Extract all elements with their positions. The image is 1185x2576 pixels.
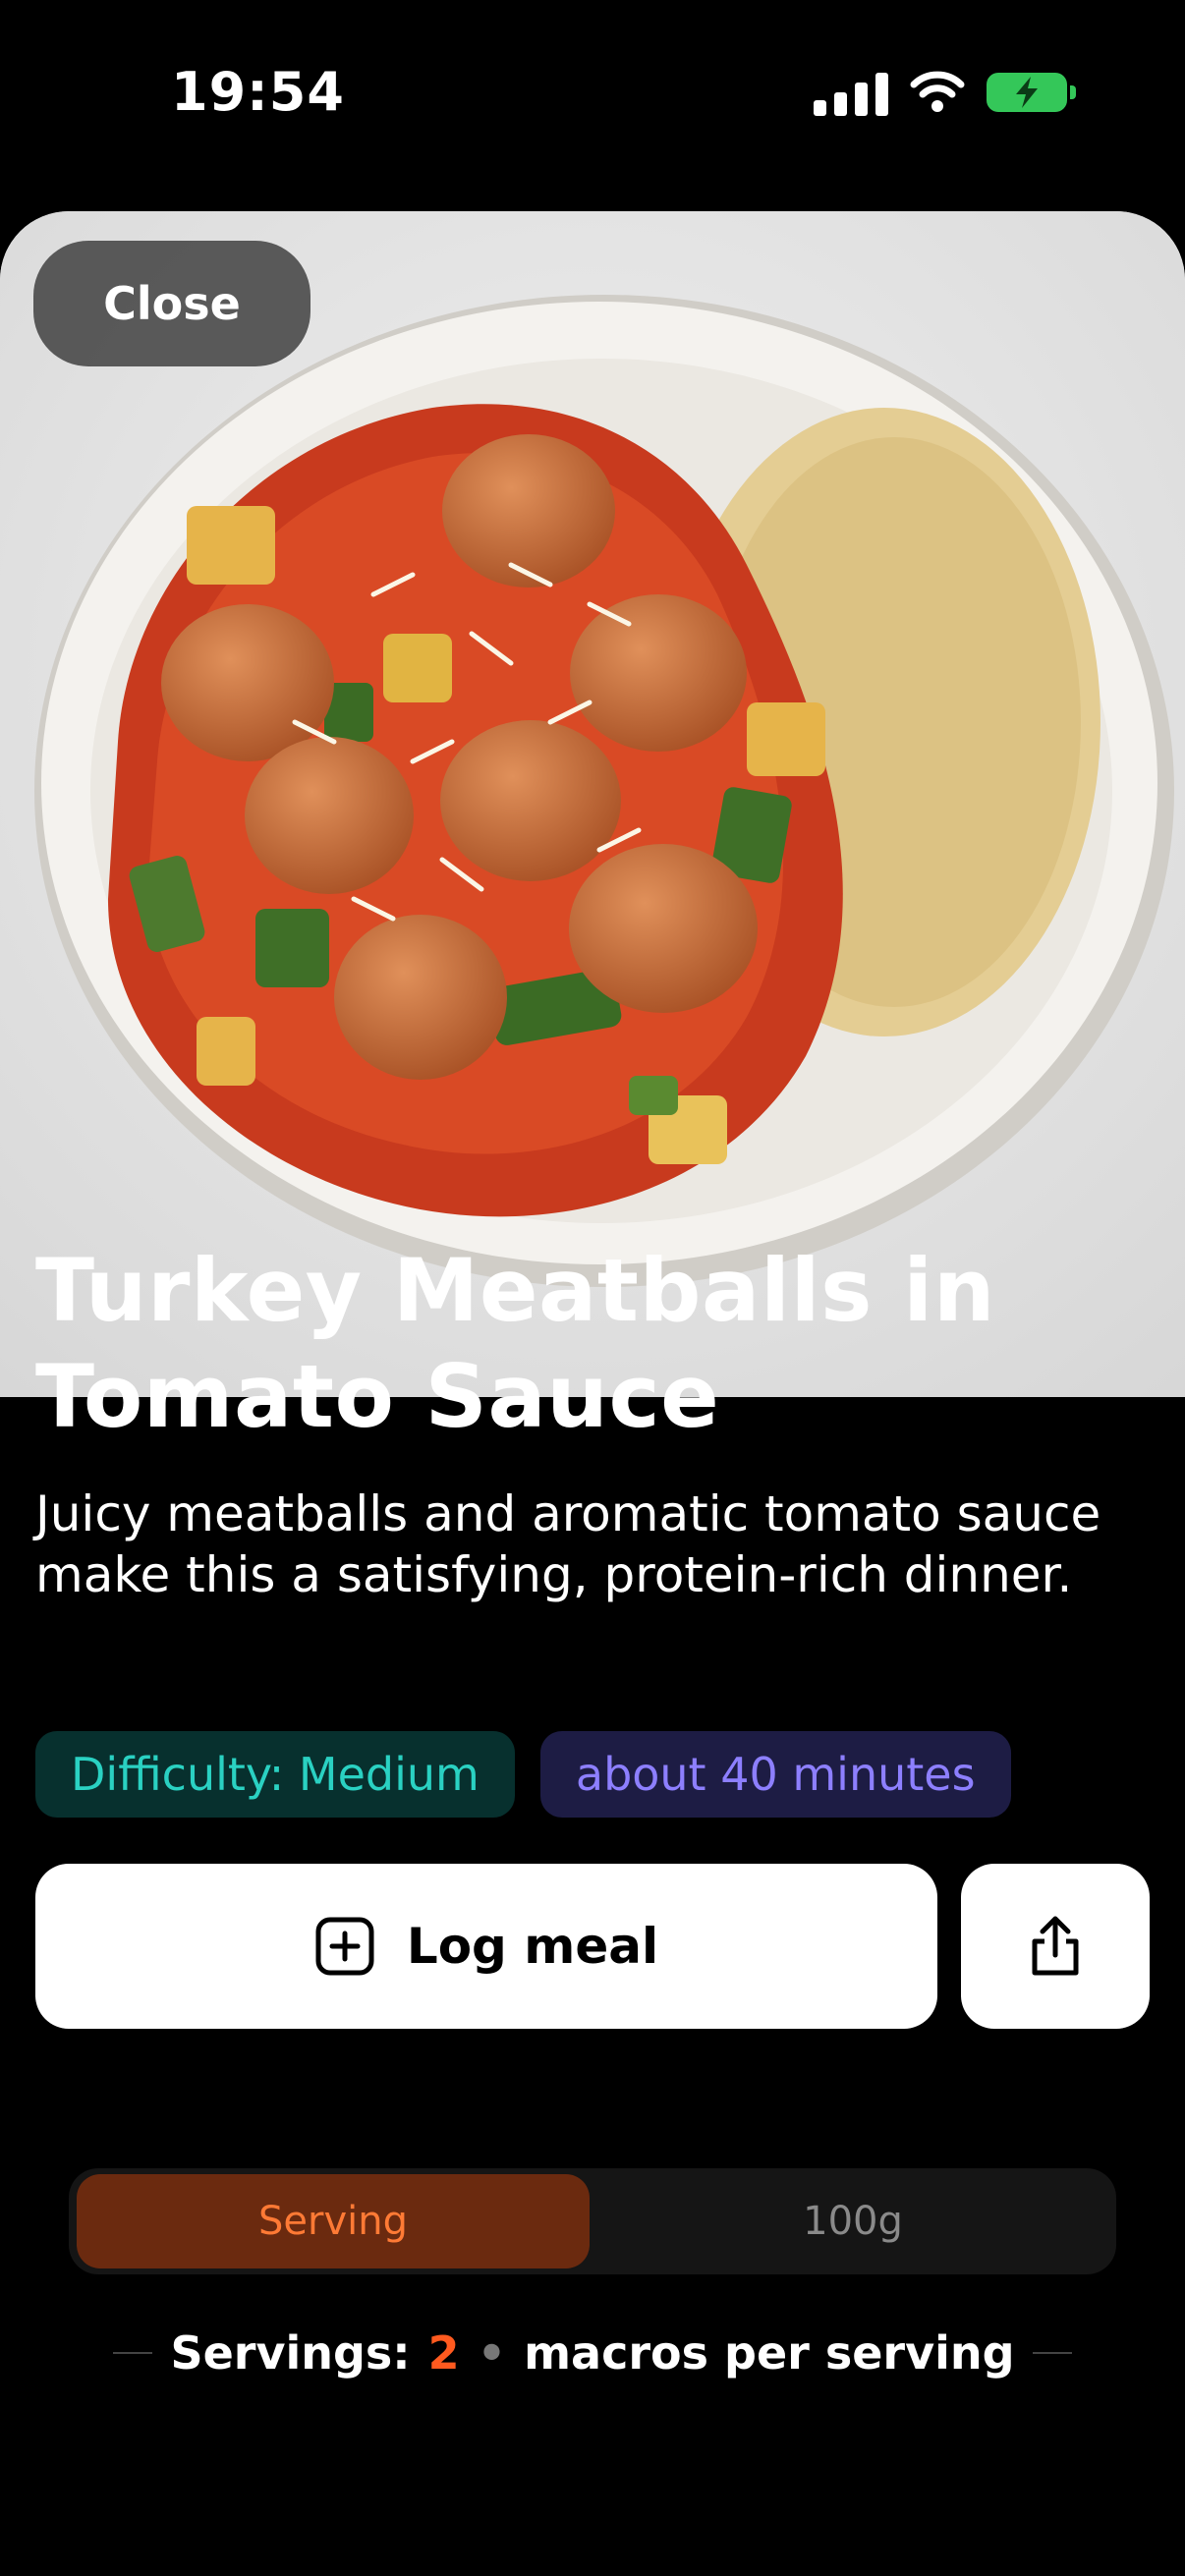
status-time: 19:54 (171, 61, 345, 123)
close-button[interactable]: Close (33, 241, 310, 366)
servings-label: Servings: (170, 2326, 411, 2380)
plus-square-icon (315, 1917, 374, 1976)
segment-100g[interactable]: 100g (595, 2174, 1110, 2268)
divider-right (1032, 2352, 1072, 2354)
separator-dot: • (477, 2326, 507, 2380)
food-photo-illustration (0, 211, 1185, 1397)
cellular-signal-icon (814, 69, 888, 116)
recipe-tags: Difficulty: Medium about 40 minutes (35, 1731, 1011, 1818)
wifi-icon (910, 71, 965, 112)
battery-charging-icon (987, 73, 1076, 112)
recipe-description: Juicy meatballs and aromatic tomato sauc… (35, 1485, 1101, 1603)
log-meal-button[interactable]: Log meal (35, 1864, 937, 2029)
log-meal-label: Log meal (406, 1918, 659, 1975)
divider-left (113, 2352, 153, 2354)
segment-serving[interactable]: Serving (77, 2174, 590, 2268)
status-bar: 19:54 (0, 0, 1185, 187)
servings-summary: Servings: 2 • macros per serving (0, 2326, 1185, 2380)
difficulty-badge: Difficulty: Medium (35, 1731, 515, 1818)
recipe-title: Turkey Meatballs in Tomato Sauce (35, 1240, 995, 1447)
servings-suffix: macros per serving (524, 2326, 1015, 2380)
time-badge: about 40 minutes (539, 1731, 1011, 1818)
servings-count[interactable]: 2 (428, 2326, 460, 2380)
status-icons (814, 69, 1076, 116)
recipe-hero-image: Close (0, 211, 1185, 1397)
serving-unit-segmented-control: Serving 100g (69, 2168, 1116, 2274)
share-button[interactable] (961, 1864, 1150, 2029)
share-icon (1032, 1916, 1079, 1976)
